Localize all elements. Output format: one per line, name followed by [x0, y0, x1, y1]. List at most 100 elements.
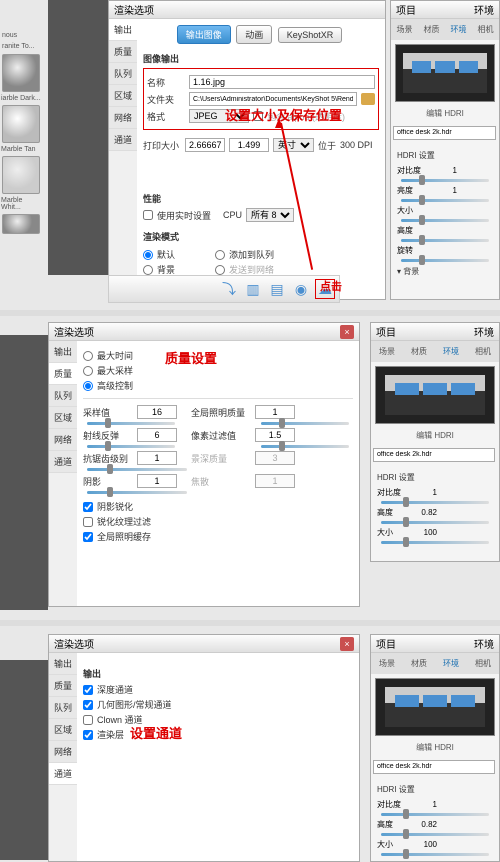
tab-pass[interactable]: 通道	[49, 763, 77, 785]
tab-pass[interactable]: 通道	[49, 451, 77, 473]
tab-region[interactable]: 区域	[49, 407, 77, 429]
samples-slider[interactable]	[87, 422, 175, 425]
realtime-checkbox[interactable]	[143, 210, 153, 220]
hdri-file-input[interactable]	[373, 448, 495, 462]
env-tab-mat[interactable]: 材质	[407, 344, 431, 359]
tab-quality[interactable]: 质量	[49, 675, 77, 697]
material-thumb[interactable]	[2, 156, 40, 194]
close-icon[interactable]: ×	[340, 325, 354, 339]
pf-slider[interactable]	[261, 445, 349, 448]
contrast-slider[interactable]	[381, 813, 489, 816]
gi-cache-cb[interactable]	[83, 532, 93, 542]
hdri-file-input[interactable]	[373, 760, 495, 774]
env-tab-scene[interactable]: 场景	[393, 22, 417, 37]
gi-slider[interactable]	[261, 422, 349, 425]
samples-input[interactable]	[137, 405, 177, 419]
env-tab-mat[interactable]: 材质	[407, 656, 431, 671]
aa-slider[interactable]	[87, 468, 187, 471]
tab-region[interactable]: 区域	[109, 85, 137, 107]
unit-select[interactable]: 英寸	[273, 138, 314, 152]
size-slider[interactable]	[381, 853, 489, 856]
mode-default-radio[interactable]	[143, 250, 153, 260]
material-thumb[interactable]	[2, 105, 40, 143]
mode-bg-radio[interactable]	[143, 265, 153, 275]
caustics-input[interactable]	[255, 474, 295, 488]
height-slider[interactable]	[381, 521, 489, 524]
hdri-preview[interactable]	[375, 366, 495, 424]
cpu-select[interactable]: 所有 8	[246, 208, 294, 222]
bounces-slider[interactable]	[87, 445, 175, 448]
env-tab-cam[interactable]: 相机	[471, 344, 495, 359]
env-tab-cam[interactable]: 相机	[471, 656, 495, 671]
keyshotxr-button[interactable]: KeyShotXR	[278, 27, 343, 43]
render-image-button[interactable]: 输出图像	[177, 25, 231, 44]
q-maxsamples-radio[interactable]	[83, 366, 93, 376]
path-input[interactable]	[189, 92, 357, 106]
project-icon[interactable]: ▤	[267, 279, 287, 299]
tab-quality[interactable]: 质量	[49, 363, 77, 385]
tab-queue[interactable]: 队列	[49, 697, 77, 719]
size-slider[interactable]	[381, 541, 489, 544]
dof-input[interactable]	[255, 451, 295, 465]
material-thumb[interactable]	[2, 54, 40, 92]
contrast-slider[interactable]	[401, 179, 489, 182]
env-tab-scene[interactable]: 场景	[375, 344, 399, 359]
hdri-file-input[interactable]	[393, 126, 496, 140]
tab-network[interactable]: 网络	[49, 741, 77, 763]
name-input[interactable]	[189, 75, 375, 89]
env-tab-scene[interactable]: 场景	[375, 656, 399, 671]
tab-output[interactable]: 输出	[49, 653, 77, 675]
tab-network[interactable]: 网络	[109, 107, 137, 129]
clown-cb[interactable]	[83, 715, 93, 725]
env-tab-env[interactable]: 环境	[439, 344, 463, 359]
q-maxtime-radio[interactable]	[83, 351, 93, 361]
browse-folder-icon[interactable]	[361, 93, 375, 105]
hdri-preview[interactable]	[375, 678, 495, 736]
env-tab-cam[interactable]: 相机	[474, 22, 498, 37]
pixelfilter-input[interactable]	[255, 428, 295, 442]
dialog-titlebar: 渲染选项 ×	[49, 635, 359, 653]
shadow-input[interactable]	[137, 474, 177, 488]
brightness-slider[interactable]	[401, 199, 489, 202]
height-slider[interactable]	[381, 833, 489, 836]
mode-queue-radio[interactable]	[215, 250, 225, 260]
depth-cb[interactable]	[83, 685, 93, 695]
tab-pass[interactable]: 通道	[109, 129, 137, 151]
hdri-preview[interactable]	[395, 44, 495, 102]
print-w-input[interactable]	[185, 138, 225, 152]
tab-queue[interactable]: 队列	[109, 63, 137, 85]
contrast-slider[interactable]	[381, 501, 489, 504]
gi-quality-input[interactable]	[255, 405, 295, 419]
height-slider[interactable]	[401, 239, 489, 242]
mode-send-radio[interactable]	[215, 265, 225, 275]
normal-cb[interactable]	[83, 700, 93, 710]
tab-region[interactable]: 区域	[49, 719, 77, 741]
bg-header[interactable]: ▾ 背景	[397, 266, 493, 277]
env-tab-env[interactable]: 环境	[447, 22, 471, 37]
tab-output[interactable]: 输出	[49, 341, 77, 363]
rotation-slider[interactable]	[401, 259, 489, 262]
close-icon[interactable]: ×	[340, 637, 354, 651]
renderlayer-cb[interactable]	[83, 730, 93, 740]
print-h-input[interactable]	[229, 138, 269, 152]
env-tab-mat[interactable]: 材质	[420, 22, 444, 37]
bounces-input[interactable]	[137, 428, 177, 442]
shadow-slider[interactable]	[87, 491, 187, 494]
edit-hdri-label[interactable]: 编辑 HDRI	[391, 106, 499, 121]
env-tab-env[interactable]: 环境	[439, 656, 463, 671]
material-thumb[interactable]	[2, 214, 40, 234]
size-slider[interactable]	[401, 219, 489, 222]
sharpen-cb[interactable]	[83, 517, 93, 527]
animation-button[interactable]: 动画	[236, 25, 272, 44]
library-icon[interactable]: ▥	[243, 279, 263, 299]
tab-queue[interactable]: 队列	[49, 385, 77, 407]
q-advanced-radio[interactable]	[83, 381, 93, 391]
tab-output[interactable]: 输出	[109, 19, 137, 41]
tab-quality[interactable]: 质量	[109, 41, 137, 63]
shadow-sharp-cb[interactable]	[83, 502, 93, 512]
import-icon[interactable]: ⤵	[219, 279, 239, 299]
animation-icon[interactable]: ◉	[291, 279, 311, 299]
aa-input[interactable]	[137, 451, 177, 465]
hdri-settings-header[interactable]: HDRI 设置	[397, 150, 493, 161]
tab-network[interactable]: 网络	[49, 429, 77, 451]
